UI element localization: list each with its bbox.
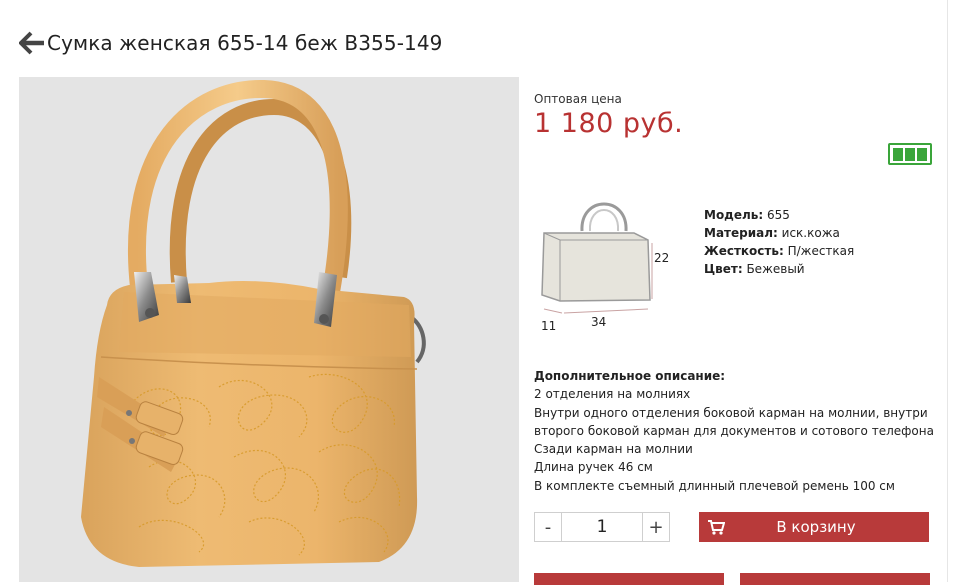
product-properties: Модель: 655 Материал: иск.кожа Жесткость… <box>704 206 854 278</box>
scheme-height-label: 22 <box>654 251 669 265</box>
secondary-button-partial[interactable] <box>534 573 724 585</box>
cart-icon <box>699 519 733 535</box>
description-line: 2 отделения на молниях <box>534 387 691 402</box>
property-material: Материал: иск.кожа <box>704 226 840 240</box>
decrease-quantity-button[interactable]: - <box>534 512 562 542</box>
add-to-cart-label: В корзину <box>776 518 856 536</box>
secondary-button-partial[interactable] <box>740 573 930 585</box>
description-heading: Дополнительное описание: <box>534 369 726 383</box>
quantity-input[interactable]: 1 <box>562 512 642 542</box>
property-color: Цвет: Бежевый <box>704 262 805 276</box>
description-line: второго боковой карман для документов и … <box>534 423 934 438</box>
description-line: Внутри одного отделения боковой карман н… <box>534 405 928 420</box>
increase-quantity-button[interactable]: + <box>642 512 670 542</box>
description-line: Сзади карман на молнии <box>534 442 693 457</box>
scheme-depth-label: 11 <box>541 319 556 333</box>
product-photo[interactable] <box>19 77 519 582</box>
page-title: Сумка женская 655-14 беж B355-149 <box>47 31 443 55</box>
arrow-left-icon[interactable] <box>18 30 46 56</box>
price-value: 1 180 руб. <box>534 108 684 139</box>
description-line: Длина ручек 46 см <box>534 460 653 475</box>
quantity-stepper: - 1 + <box>534 512 670 542</box>
property-model: Модель: 655 <box>704 208 790 222</box>
bag-dimensions-diagram: 22 11 34 <box>530 185 680 335</box>
property-rigidity: Жесткость: П/жесткая <box>704 244 855 258</box>
price-label: Оптовая цена <box>534 92 622 106</box>
add-to-cart-button[interactable]: В корзину <box>699 512 929 542</box>
description-line: В комплекте съемный длинный плечевой рем… <box>534 478 895 493</box>
stock-level-icon <box>888 143 932 165</box>
product-description: Дополнительное описание: 2 отделения на … <box>534 367 934 495</box>
scheme-width-label: 34 <box>591 315 606 329</box>
page-header: Сумка женская 655-14 беж B355-149 <box>18 28 443 58</box>
